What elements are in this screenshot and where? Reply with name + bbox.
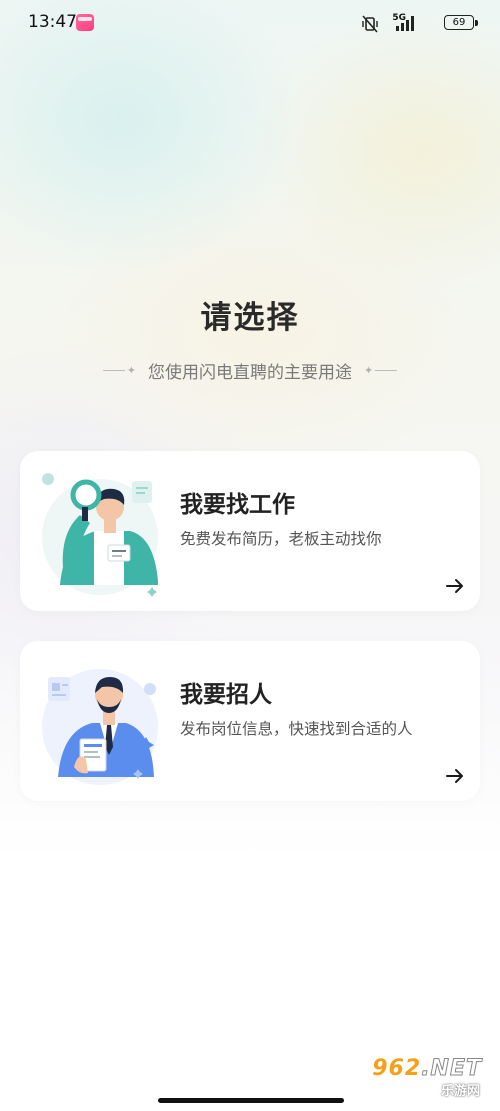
subtitle-row: ✦ 您使用闪电直聘的主要用途 ✦ [0, 358, 500, 383]
status-time: 13:47 [28, 12, 77, 32]
find-job-description: 免费发布简历，老板主动找你 [180, 530, 382, 548]
job-seeker-illustration [42, 473, 158, 597]
watermark-logo: 962.NET [372, 1056, 482, 1082]
subtitle-decoration-left: ✦ [102, 364, 138, 377]
find-job-card[interactable]: 我要找工作 免费发布简历，老板主动找你 [20, 451, 480, 611]
app-notification-icon [76, 14, 94, 31]
watermark-site-name: 乐游网 [440, 1084, 480, 1099]
signal-icon [396, 16, 414, 31]
status-bar: 13:47 5G 69 [0, 0, 500, 46]
arrow-right-icon[interactable] [444, 765, 466, 787]
hire-title: 我要招人 [180, 682, 272, 708]
battery-icon: 69 [444, 15, 478, 30]
page-title: 请选择 [200, 300, 300, 336]
find-job-title: 我要找工作 [180, 492, 295, 518]
site-watermark: 962.NET 乐游网 [352, 1056, 492, 1105]
home-indicator[interactable] [158, 1098, 344, 1103]
watermark-brand-number: 962 [372, 1056, 422, 1081]
hire-card[interactable]: 我要招人 发布岗位信息，快速找到合适的人 [20, 641, 480, 801]
vibrate-mute-icon [362, 15, 378, 33]
recruiter-illustration [42, 669, 158, 785]
page-subtitle: 您使用闪电直聘的主要用途 [148, 362, 352, 383]
hire-description: 发布岗位信息，快速找到合适的人 [180, 720, 413, 738]
subtitle-decoration-right: ✦ [362, 364, 398, 377]
watermark-brand-suffix: .NET [421, 1056, 482, 1082]
arrow-right-icon[interactable] [444, 575, 466, 597]
battery-level: 69 [452, 17, 466, 28]
